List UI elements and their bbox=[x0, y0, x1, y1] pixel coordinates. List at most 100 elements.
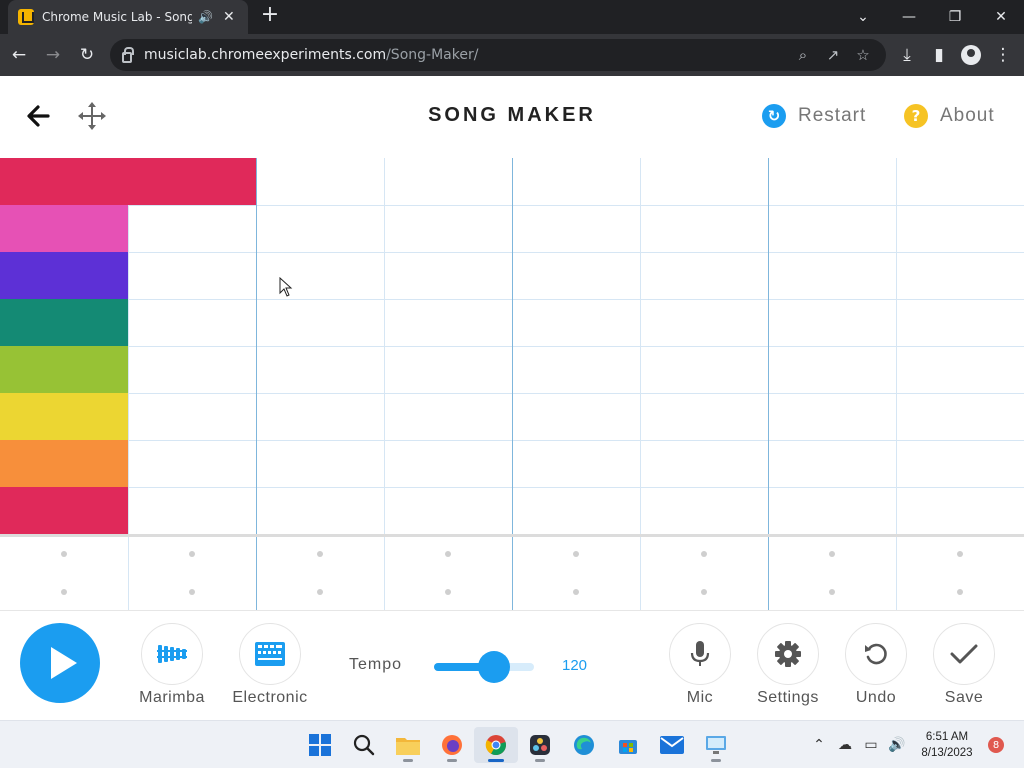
mic-label: Mic bbox=[686, 689, 714, 706]
chrome-icon[interactable] bbox=[474, 727, 518, 763]
settings-label: Settings bbox=[757, 689, 819, 706]
percussion-cell[interactable] bbox=[701, 551, 707, 557]
percussion-cell[interactable] bbox=[61, 589, 67, 595]
percussion-cell[interactable] bbox=[61, 551, 67, 557]
firefox-icon[interactable] bbox=[430, 727, 474, 763]
percussion-cell[interactable] bbox=[317, 551, 323, 557]
menu-kebab-icon[interactable]: ⋮ bbox=[988, 40, 1018, 70]
about-button[interactable]: ? About bbox=[904, 104, 995, 128]
remote-desktop-icon[interactable] bbox=[694, 727, 738, 763]
note-cell[interactable] bbox=[0, 252, 128, 299]
mic-button[interactable]: Mic bbox=[655, 623, 745, 707]
minimize-icon[interactable]: — bbox=[886, 0, 932, 34]
tab-search-chevron-icon[interactable]: ⌄ bbox=[840, 0, 886, 34]
zoom-search-icon[interactable]: ⌕ bbox=[788, 46, 818, 64]
chevron-up-icon[interactable]: ⌃ bbox=[806, 737, 832, 753]
melody-grid[interactable] bbox=[0, 158, 1024, 534]
toolbar-right: ⤓ ▮ ⋮ bbox=[890, 40, 1018, 70]
percussion-cell[interactable] bbox=[957, 589, 963, 595]
clock[interactable]: 6:51 AM 8/13/2023 bbox=[910, 729, 984, 761]
file-explorer-icon[interactable] bbox=[386, 727, 430, 763]
restore-icon[interactable]: ❐ bbox=[932, 0, 978, 34]
note-cell[interactable] bbox=[0, 487, 128, 534]
percussion-cell[interactable] bbox=[573, 589, 579, 595]
note-cell[interactable] bbox=[0, 158, 256, 205]
mail-icon[interactable] bbox=[650, 727, 694, 763]
note-cell[interactable] bbox=[0, 205, 128, 252]
settings-button[interactable]: Settings bbox=[743, 623, 833, 707]
browser-toolbar: ← → ↻ musiclab.chromeexperiments.com/Son… bbox=[0, 34, 1024, 76]
song-maker-app: SONG MAKER ↻ Restart ? About Marimba Ele… bbox=[0, 76, 1024, 720]
browser-tab[interactable]: Chrome Music Lab - Song Maker 🔊 ✕ bbox=[8, 0, 248, 34]
instrument-button[interactable]: Marimba bbox=[127, 623, 217, 707]
percussion-button[interactable]: Electronic bbox=[225, 623, 315, 707]
notification-badge[interactable]: 8 bbox=[988, 737, 1004, 753]
profile-icon[interactable] bbox=[956, 40, 986, 70]
save-button[interactable]: Save bbox=[919, 623, 1009, 707]
davinci-resolve-icon[interactable] bbox=[518, 727, 562, 763]
side-panel-icon[interactable]: ▮ bbox=[924, 40, 954, 70]
grid-column-line bbox=[384, 158, 385, 534]
tab-close-icon[interactable]: ✕ bbox=[223, 9, 235, 25]
grid-column-line bbox=[128, 158, 129, 534]
grid-column-line bbox=[512, 158, 513, 534]
forward-icon[interactable]: → bbox=[38, 40, 68, 70]
search-icon[interactable] bbox=[342, 727, 386, 763]
note-cell[interactable] bbox=[0, 346, 128, 393]
grid-column-line bbox=[896, 158, 897, 534]
note-cell[interactable] bbox=[0, 393, 128, 440]
help-question-icon: ? bbox=[904, 104, 928, 128]
close-window-icon[interactable]: ✕ bbox=[978, 0, 1024, 34]
music-lab-favicon-icon bbox=[18, 9, 34, 25]
percussion-cell[interactable] bbox=[317, 589, 323, 595]
percussion-cell[interactable] bbox=[829, 589, 835, 595]
start-windows-icon[interactable] bbox=[298, 727, 342, 763]
percussion-cell[interactable] bbox=[573, 551, 579, 557]
percussion-grid[interactable] bbox=[0, 537, 1024, 610]
undo-button[interactable]: Undo bbox=[831, 623, 921, 707]
tempo-slider-knob[interactable] bbox=[478, 651, 510, 683]
percussion-cell[interactable] bbox=[701, 589, 707, 595]
play-button[interactable] bbox=[20, 623, 100, 703]
bottom-controls: Marimba Electronic Tempo 120 Mic Setting… bbox=[0, 610, 1024, 720]
tempo-value: 120 bbox=[562, 657, 588, 674]
bookmark-star-icon[interactable]: ☆ bbox=[848, 46, 878, 64]
back-icon[interactable]: ← bbox=[4, 40, 34, 70]
address-bar[interactable]: musiclab.chromeexperiments.com/Song-Make… bbox=[110, 39, 886, 71]
microsoft-store-icon[interactable] bbox=[606, 727, 650, 763]
download-icon[interactable]: ⤓ bbox=[892, 40, 922, 70]
undo-icon bbox=[845, 623, 907, 685]
url-path: /Song-Maker/ bbox=[386, 47, 479, 63]
microphone-icon bbox=[669, 623, 731, 685]
onedrive-cloud-icon[interactable]: ☁ bbox=[832, 737, 858, 753]
lock-icon[interactable] bbox=[122, 46, 134, 63]
reload-icon[interactable]: ↻ bbox=[72, 40, 102, 70]
edge-icon[interactable] bbox=[562, 727, 606, 763]
system-tray: ⌃ ☁ ▭ 🔊 6:51 AM 8/13/2023 8 bbox=[806, 721, 1024, 769]
percussion-cell[interactable] bbox=[445, 589, 451, 595]
about-label: About bbox=[940, 105, 995, 126]
new-tab-button[interactable]: + bbox=[258, 4, 282, 28]
percussion-cell[interactable] bbox=[829, 551, 835, 557]
share-icon[interactable]: ↗ bbox=[818, 46, 848, 64]
percussion-cell[interactable] bbox=[445, 551, 451, 557]
percussion-label: Electronic bbox=[232, 689, 308, 706]
speaker-icon[interactable]: 🔊 bbox=[198, 10, 213, 24]
tempo-label: Tempo bbox=[349, 656, 403, 673]
note-cell[interactable] bbox=[0, 299, 128, 346]
percussion-column-line bbox=[768, 537, 769, 610]
restart-button[interactable]: ↻ Restart bbox=[762, 104, 866, 128]
network-icon[interactable]: ▭ bbox=[858, 737, 884, 753]
move-arrows-icon[interactable] bbox=[76, 100, 108, 132]
drum-machine-icon bbox=[239, 623, 301, 685]
note-cell[interactable] bbox=[0, 440, 128, 487]
checkmark-icon bbox=[933, 623, 995, 685]
restart-label: Restart bbox=[798, 105, 867, 126]
volume-icon[interactable]: 🔊 bbox=[884, 737, 910, 753]
tempo-slider[interactable] bbox=[434, 651, 534, 683]
percussion-cell[interactable] bbox=[957, 551, 963, 557]
percussion-cell[interactable] bbox=[189, 551, 195, 557]
percussion-column-line bbox=[384, 537, 385, 610]
back-arrow-icon[interactable] bbox=[24, 102, 56, 130]
percussion-cell[interactable] bbox=[189, 589, 195, 595]
